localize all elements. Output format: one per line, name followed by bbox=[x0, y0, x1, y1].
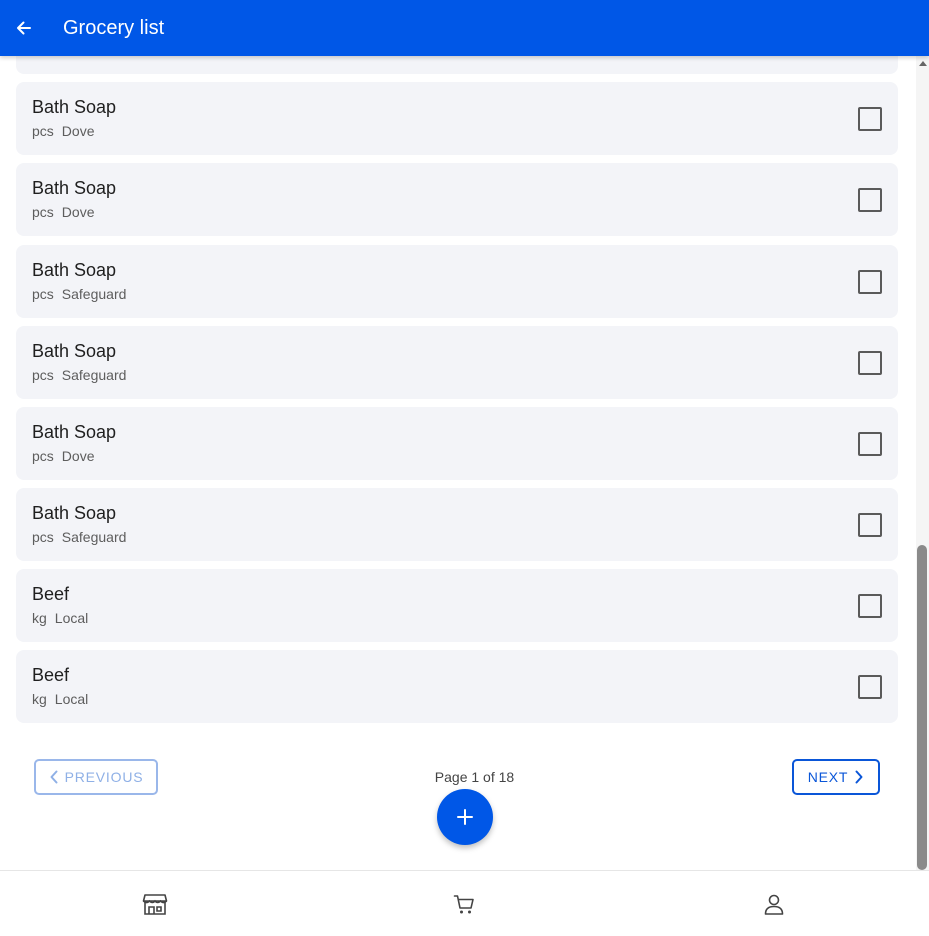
page-indicator: Page 1 of 18 bbox=[434, 769, 515, 785]
item-checkbox[interactable] bbox=[858, 513, 882, 537]
item-checkbox[interactable] bbox=[858, 351, 882, 375]
item-brand: Dove bbox=[61, 204, 95, 220]
user-icon bbox=[764, 894, 784, 915]
item-name: Bath Soap bbox=[32, 503, 117, 523]
item-checkbox[interactable] bbox=[858, 270, 882, 294]
plus-icon bbox=[457, 809, 473, 825]
item-checkbox[interactable] bbox=[858, 188, 882, 212]
item-meta: pcs Dove bbox=[32, 448, 94, 464]
item-meta: pcs Safeguard bbox=[32, 286, 126, 302]
list-item[interactable]: Beef kg Local bbox=[16, 650, 898, 723]
item-checkbox[interactable] bbox=[858, 107, 882, 131]
item-name: Beef bbox=[32, 584, 70, 604]
item-unit: pcs bbox=[32, 204, 54, 220]
item-meta: kg Local bbox=[32, 691, 88, 707]
add-item-button[interactable] bbox=[437, 789, 493, 845]
item-meta: pcs Safeguard bbox=[32, 529, 126, 545]
scroll-up-arrow-icon[interactable] bbox=[916, 60, 929, 70]
item-unit: pcs bbox=[32, 286, 54, 302]
item-brand: Local bbox=[54, 691, 89, 707]
item-meta: pcs Dove bbox=[32, 204, 94, 220]
item-unit: pcs bbox=[32, 367, 54, 383]
item-brand: Safeguard bbox=[61, 367, 127, 383]
item-name: Bath Soap bbox=[32, 422, 117, 442]
scrollbar-thumb[interactable] bbox=[917, 545, 927, 870]
list-item[interactable]: Bath Soap pcs Safeguard bbox=[16, 245, 898, 318]
list-item[interactable]: Bath Soap pcs Dove bbox=[16, 82, 898, 155]
item-brand: Dove bbox=[61, 448, 95, 464]
scrollbar[interactable] bbox=[916, 56, 929, 870]
app-bar: Grocery list bbox=[0, 0, 929, 56]
next-button[interactable]: NEXT bbox=[792, 759, 880, 795]
nav-store[interactable] bbox=[125, 871, 185, 936]
back-button[interactable] bbox=[0, 0, 48, 56]
arrow-left-icon bbox=[17, 21, 31, 35]
item-unit: kg bbox=[32, 691, 47, 707]
item-checkbox[interactable] bbox=[858, 594, 882, 618]
item-meta: kg Local bbox=[32, 610, 88, 626]
item-checkbox[interactable] bbox=[858, 675, 882, 699]
item-unit: pcs bbox=[32, 529, 54, 545]
list-item[interactable]: Bath Soap pcs Safeguard bbox=[16, 488, 898, 561]
item-name: Bath Soap bbox=[32, 178, 117, 198]
item-meta: pcs Dove bbox=[32, 123, 94, 139]
item-unit: kg bbox=[32, 610, 47, 626]
item-name: Bath Soap bbox=[32, 97, 117, 117]
item-brand: Local bbox=[54, 610, 89, 626]
item-checkbox[interactable] bbox=[858, 432, 882, 456]
next-label: NEXT bbox=[807, 769, 849, 785]
item-unit: pcs bbox=[32, 123, 54, 139]
list-item[interactable]: Bath Soap pcs Dove bbox=[16, 407, 898, 480]
page-title: Grocery list bbox=[63, 16, 165, 39]
list-item[interactable]: Bath Soap pcs Dove bbox=[16, 163, 898, 236]
store-icon bbox=[142, 893, 168, 915]
bottom-navigation bbox=[0, 870, 929, 935]
nav-profile[interactable] bbox=[744, 871, 804, 936]
item-brand: Dove bbox=[61, 123, 95, 139]
item-name: Bath Soap bbox=[32, 260, 117, 280]
list-item[interactable]: Bath Soap pcs Safeguard bbox=[16, 326, 898, 399]
nav-cart[interactable] bbox=[434, 871, 494, 936]
list-content: Bath Soap pcs Dove Bath Soap pcs Dove Bath… bbox=[0, 0, 916, 870]
item-name: Beef bbox=[32, 665, 70, 685]
cart-icon bbox=[453, 894, 474, 913]
item-meta: pcs Safeguard bbox=[32, 367, 126, 383]
chevron-right-icon bbox=[855, 770, 863, 784]
list-item[interactable]: Beef kg Local bbox=[16, 569, 898, 642]
item-brand: Safeguard bbox=[61, 286, 127, 302]
item-brand: Safeguard bbox=[61, 529, 127, 545]
item-unit: pcs bbox=[32, 448, 54, 464]
item-name: Bath Soap bbox=[32, 341, 117, 361]
